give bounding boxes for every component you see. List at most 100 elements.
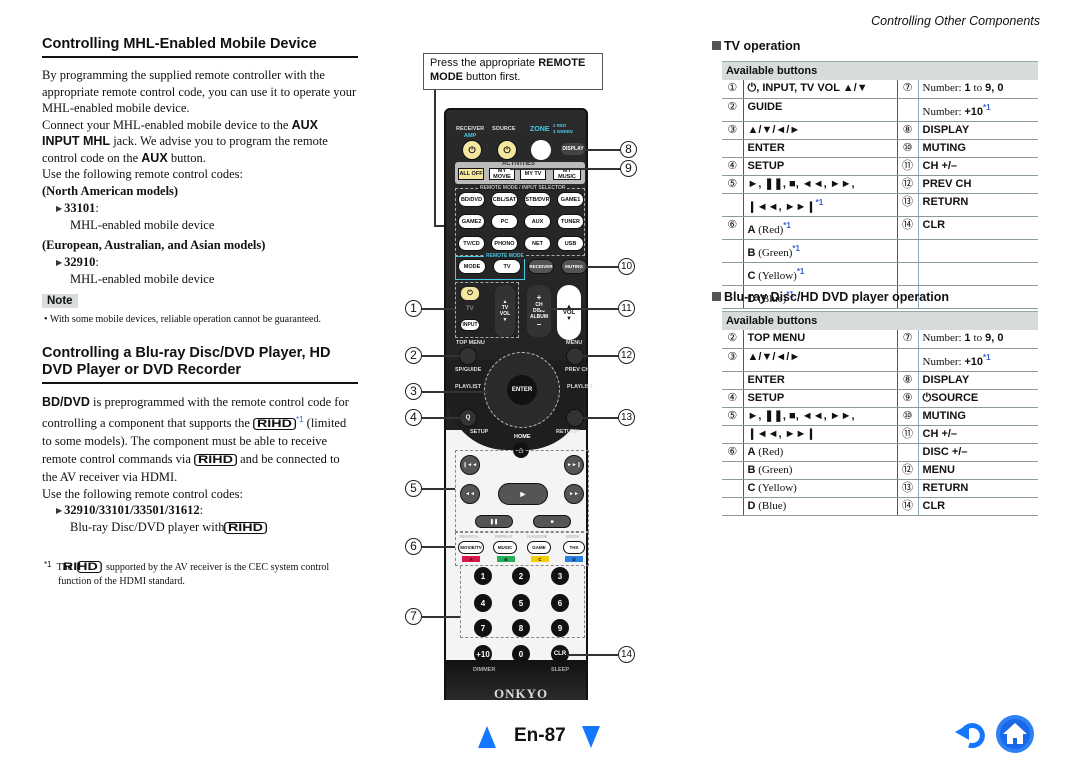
bd-operation-table: Available buttons ② TOP MENU ⑦ Number: 1 to… bbox=[722, 311, 1038, 516]
callout-7: 7 bbox=[405, 608, 422, 625]
footnote: *1 The RIHD supported by the AV receiver… bbox=[44, 560, 330, 587]
bd-operation-heading: Blu-ray Disc/HD DVD player operation bbox=[712, 290, 949, 304]
callout-6: 6 bbox=[405, 538, 422, 555]
cell-n: ④ bbox=[722, 389, 744, 408]
cell-l: D (Blue) bbox=[743, 497, 898, 516]
receiver-mode-button[interactable]: RECEIVER bbox=[528, 259, 554, 274]
aux-button[interactable]: AUX bbox=[524, 214, 551, 229]
cell-n2: ⑫ bbox=[897, 175, 919, 194]
thx-button[interactable]: THX bbox=[563, 541, 585, 554]
digit-2-button[interactable]: 2 bbox=[512, 567, 530, 585]
digit-4-button[interactable]: 4 bbox=[474, 594, 492, 612]
input-button[interactable]: INPUT bbox=[460, 319, 480, 331]
mhl-para1: By programming the supplied remote contr… bbox=[42, 68, 357, 115]
cell-n bbox=[722, 371, 744, 390]
cell-r: DISC +/– bbox=[918, 443, 1038, 462]
digit-7-button[interactable]: 7 bbox=[474, 619, 492, 637]
table-row: B (Green)*1 bbox=[722, 239, 1038, 263]
play-button[interactable]: ► bbox=[498, 483, 548, 505]
digit-1-button[interactable]: 1 bbox=[474, 567, 492, 585]
tv-mode-button[interactable]: TV bbox=[493, 259, 521, 274]
back-arrow-icon[interactable] bbox=[955, 718, 987, 750]
next-track-button[interactable]: ►►❙ bbox=[564, 455, 584, 475]
muting-button[interactable]: MUTING bbox=[561, 259, 587, 274]
cell-r bbox=[918, 262, 1038, 286]
pc-button[interactable]: PC bbox=[491, 214, 518, 229]
game2-button[interactable]: GAME2 bbox=[458, 214, 485, 229]
stb-dvr-button[interactable]: STB/DVR bbox=[524, 192, 551, 207]
stop-button[interactable]: ■ bbox=[533, 515, 571, 528]
all-off-button[interactable]: ALL OFF bbox=[458, 168, 484, 180]
table-row: ENTER ⑩ MUTING bbox=[722, 139, 1038, 158]
cell-n2: ⑪ bbox=[897, 157, 919, 176]
mhl-para2: Connect your MHL-enabled mobile device t… bbox=[42, 117, 328, 165]
tv-vol-rocker[interactable]: ▲ TV VOL ▼ bbox=[495, 285, 515, 337]
phono-button[interactable]: PHONO bbox=[491, 236, 518, 251]
plus10-button[interactable]: +10 bbox=[474, 645, 492, 663]
vol-rocker[interactable]: ▲ VOL ▼ bbox=[557, 285, 581, 340]
cell-r: CH +/– bbox=[918, 157, 1038, 176]
tv-cd-button[interactable]: TV/CD bbox=[458, 236, 485, 251]
my-tv-button[interactable]: MY TV bbox=[520, 168, 546, 180]
table-row: ③ ▲/▼/◄/► Number: +10*1 bbox=[722, 348, 1038, 372]
rihd-logo: RIHD bbox=[253, 417, 296, 430]
game1-button[interactable]: GAME1 bbox=[557, 192, 584, 207]
cell-r: MUTING bbox=[918, 139, 1038, 158]
callout-14: 14 bbox=[618, 646, 635, 663]
zone-button[interactable] bbox=[531, 140, 551, 160]
digit-0-button[interactable]: 0 bbox=[512, 645, 530, 663]
color-a-button[interactable]: A bbox=[462, 556, 480, 562]
cell-r: Number: +10*1 bbox=[918, 98, 1038, 122]
table-row: ⑥A (Red) DISC +/– bbox=[722, 443, 1038, 462]
cell-l: ►, ❚❚, ■, ◄◄, ►►, bbox=[743, 407, 898, 426]
digit-6-button[interactable]: 6 bbox=[551, 594, 569, 612]
usb-button[interactable]: USB bbox=[557, 236, 584, 251]
table-row: ⑤ ►, ❚❚, ■, ◄◄, ►►, ⑩ MUTING bbox=[722, 407, 1038, 426]
color-d-button[interactable]: D bbox=[565, 556, 583, 562]
cbl-sat-button[interactable]: CBL/SAT bbox=[491, 192, 518, 207]
next-page-triangle-down-icon[interactable] bbox=[582, 726, 600, 748]
prev-track-button[interactable]: ❙◄◄ bbox=[460, 455, 480, 475]
digit-9-button[interactable]: 9 bbox=[551, 619, 569, 637]
display-button[interactable]: DISPLAY bbox=[561, 143, 585, 155]
tuner-button[interactable]: TUNER bbox=[557, 214, 584, 229]
music-button[interactable]: MUSIC bbox=[493, 541, 517, 554]
table-row: ⑤ ►, ❚❚, ■, ◄◄, ►►, ⑫ PREV CH bbox=[722, 175, 1038, 194]
bd-dvd-button[interactable]: BD/DVD bbox=[458, 192, 485, 207]
cell-n bbox=[722, 497, 744, 516]
net-button[interactable]: NET bbox=[524, 236, 551, 251]
tv-power-button[interactable]: ⏻ bbox=[461, 287, 479, 300]
movie-tv-button[interactable]: MOVIE/TV bbox=[458, 541, 484, 554]
cell-r: MUTING bbox=[918, 407, 1038, 426]
rewind-button[interactable]: ◄◄ bbox=[460, 484, 480, 504]
pause-button[interactable]: ❚❚ bbox=[475, 515, 513, 528]
receiver-power-button[interactable]: ⏻ bbox=[462, 140, 482, 160]
color-b-button[interactable]: B bbox=[497, 556, 515, 562]
triangle-bullet-icon: ▶ bbox=[56, 203, 63, 213]
cell-r: DISPLAY bbox=[918, 371, 1038, 390]
my-music-button[interactable]: MY MUSIC bbox=[553, 168, 581, 180]
cell-l: GUIDE bbox=[743, 98, 898, 122]
fast-forward-button[interactable]: ►► bbox=[564, 484, 584, 504]
table-row: ② GUIDE Number: +10*1 bbox=[722, 98, 1038, 122]
color-c-button[interactable]: C bbox=[531, 556, 549, 562]
home-icon[interactable] bbox=[995, 714, 1035, 754]
game-button[interactable]: GAME bbox=[527, 541, 551, 554]
digit-5-button[interactable]: 5 bbox=[512, 594, 530, 612]
mode-button[interactable]: MODE bbox=[458, 259, 486, 274]
onkyo-logo: ONKYO bbox=[494, 686, 549, 701]
cell-r: CLR bbox=[918, 216, 1038, 240]
enter-button[interactable]: ENTER bbox=[507, 375, 537, 405]
table-row: C (Yellow) ⑬ RETURN bbox=[722, 479, 1038, 498]
ch-disc-rocker[interactable]: + CH DISC ALBUM – bbox=[527, 285, 551, 337]
digit-8-button[interactable]: 8 bbox=[512, 619, 530, 637]
digit-3-button[interactable]: 3 bbox=[551, 567, 569, 585]
triangle-bullet-icon: ▶ bbox=[56, 257, 63, 267]
cell-l: ▲/▼/◄/► bbox=[743, 348, 898, 372]
source-power-button[interactable]: ⏻ bbox=[497, 140, 517, 160]
table-row: D (Blue) ⑭ CLR bbox=[722, 497, 1038, 516]
rihd-logo: RIHD bbox=[224, 522, 268, 534]
cell-l: B (Green) bbox=[743, 461, 898, 480]
prev-page-triangle-up-icon[interactable] bbox=[478, 726, 496, 748]
my-movie-button[interactable]: MY MOVIE bbox=[489, 168, 515, 180]
